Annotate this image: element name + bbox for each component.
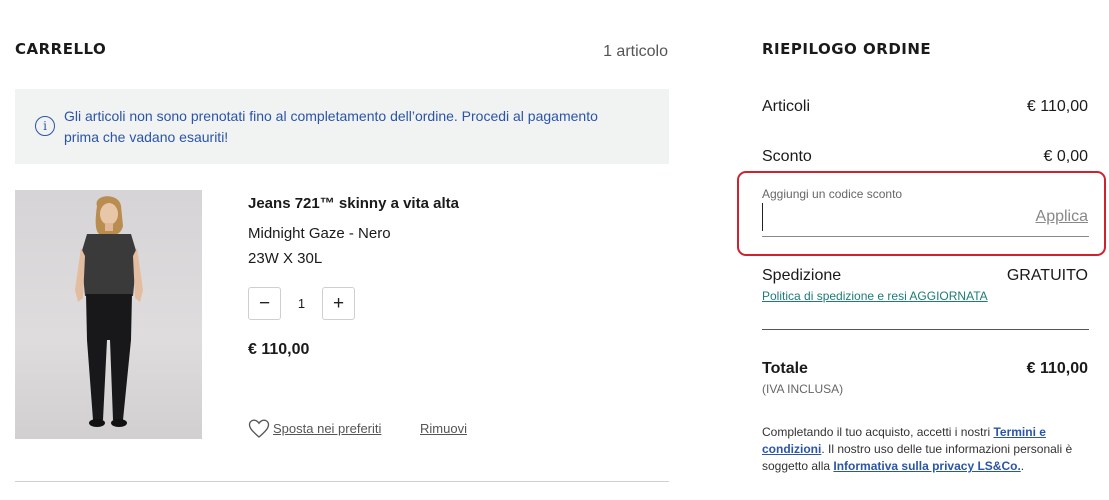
product-name[interactable]: Jeans 721™ skinny a vita alta	[248, 195, 459, 212]
remove-item-link[interactable]: Rimuovi	[420, 421, 467, 436]
reservation-notice: i Gli articoli non sono prenotati fino a…	[15, 89, 669, 164]
product-color: Midnight Gaze - Nero	[248, 225, 391, 242]
divider	[762, 329, 1089, 330]
total-value: € 110,00	[1026, 360, 1088, 377]
quantity-value: 1	[297, 296, 306, 311]
promo-code-label: Aggiungi un codice sconto	[762, 187, 903, 201]
heart-icon[interactable]	[248, 419, 270, 439]
promo-input-underline	[762, 236, 1089, 237]
legal-suffix: .	[1020, 459, 1025, 473]
product-size: 23W X 30L	[248, 250, 323, 267]
cart-title: CARRELLO	[15, 40, 107, 58]
increase-quantity-button[interactable]: +	[322, 287, 355, 320]
decrease-quantity-button[interactable]: −	[248, 287, 281, 320]
move-to-favorites-link[interactable]: Sposta nei preferiti	[273, 421, 381, 436]
legal-prefix: Completando il tuo acquisto, accetti i n…	[762, 425, 994, 439]
legal-text: Completando il tuo acquisto, accetti i n…	[762, 424, 1092, 475]
discount-value: € 0,00	[1043, 148, 1088, 165]
promo-code-input[interactable]	[762, 203, 1022, 231]
product-price: € 110,00	[248, 341, 310, 358]
vat-note: (IVA INCLUSA)	[762, 382, 844, 396]
quantity-stepper: − 1 +	[248, 287, 355, 320]
shipping-policy-link[interactable]: Politica di spedizione e resi AGGIORNATA	[762, 289, 988, 303]
shipping-label: Spedizione	[762, 267, 842, 284]
divider	[15, 481, 669, 482]
shipping-value: GRATUITO	[1006, 267, 1088, 284]
items-label: Articoli	[762, 98, 811, 115]
notice-text: Gli articoli non sono prenotati fino al …	[64, 107, 598, 145]
items-value: € 110,00	[1026, 98, 1088, 115]
order-summary-title: RIEPILOGO ORDINE	[762, 40, 932, 58]
privacy-link[interactable]: Informativa sulla privacy LS&Co.	[833, 459, 1020, 473]
info-icon: i	[35, 115, 55, 136]
apply-promo-button[interactable]: Applica	[1036, 208, 1088, 226]
cart-item-count: 1 articolo	[603, 43, 668, 60]
discount-label: Sconto	[762, 148, 812, 165]
product-image[interactable]	[15, 190, 202, 439]
total-label: Totale	[762, 360, 808, 377]
